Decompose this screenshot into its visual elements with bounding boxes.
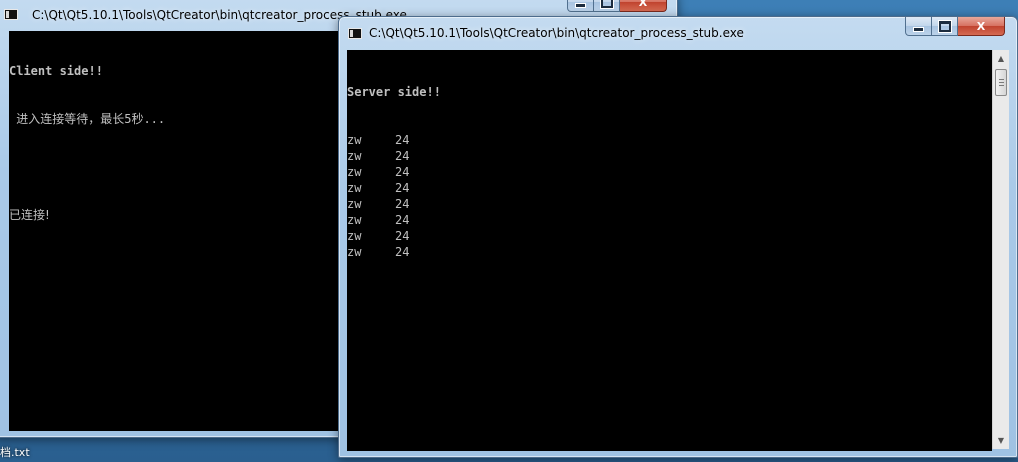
close-icon: X bbox=[976, 19, 986, 33]
server-output-row: zw 24 bbox=[347, 164, 992, 180]
server-vertical-scrollbar[interactable]: ▲ ▼ bbox=[992, 50, 1009, 449]
row-name: zw bbox=[347, 181, 362, 195]
maximize-icon bbox=[599, 0, 614, 9]
server-minimize-button[interactable] bbox=[905, 17, 932, 36]
scroll-up-arrow-icon[interactable]: ▲ bbox=[993, 50, 1009, 67]
row-value: 24 bbox=[395, 133, 410, 147]
row-value: 24 bbox=[395, 229, 410, 243]
console-app-icon bbox=[4, 9, 18, 20]
client-window-controls: X bbox=[567, 0, 667, 12]
row-name: zw bbox=[347, 149, 362, 163]
client-minimize-button[interactable] bbox=[567, 0, 594, 12]
row-value: 24 bbox=[395, 165, 410, 179]
server-output-row: zw 24 bbox=[347, 244, 992, 260]
row-value: 24 bbox=[395, 197, 410, 211]
minimize-icon bbox=[913, 26, 924, 32]
minimize-icon bbox=[575, 2, 586, 8]
maximize-icon bbox=[937, 19, 952, 33]
server-window-controls: X bbox=[905, 17, 1005, 36]
server-close-button[interactable]: X bbox=[958, 17, 1005, 36]
server-output-row: zw 24 bbox=[347, 132, 992, 148]
close-icon: X bbox=[638, 0, 648, 9]
scroll-thumb[interactable] bbox=[995, 69, 1007, 96]
row-value: 24 bbox=[395, 149, 410, 163]
row-value: 24 bbox=[395, 181, 410, 195]
server-header-line: Server side!! bbox=[347, 85, 441, 99]
row-name: zw bbox=[347, 213, 362, 227]
row-value: 24 bbox=[395, 213, 410, 227]
row-name: zw bbox=[347, 229, 362, 243]
server-output-row: zw 24 bbox=[347, 148, 992, 164]
desktop-file-label[interactable]: 档.txt bbox=[0, 444, 30, 460]
client-maximize-button[interactable] bbox=[594, 0, 620, 12]
console-app-icon bbox=[348, 28, 362, 39]
row-value: 24 bbox=[395, 245, 410, 259]
client-close-button[interactable]: X bbox=[620, 0, 667, 12]
server-output-row: zw 24 bbox=[347, 196, 992, 212]
server-rows: zw 24 zw 24 zw 24 zw 24 zw 24 zw 24 zw 24 zw 24 bbox=[347, 132, 992, 260]
server-window-title: C:\Qt\Qt5.10.1\Tools\QtCreator\bin\qtcre… bbox=[369, 26, 744, 40]
server-console-output[interactable]: Server side!! zw 24 zw 24 zw 24 zw 24 zw 24 zw 24 zw… bbox=[347, 50, 992, 451]
server-output-row: zw 24 bbox=[347, 228, 992, 244]
row-name: zw bbox=[347, 133, 362, 147]
server-output-row: zw 24 bbox=[347, 212, 992, 228]
server-output-row: zw 24 bbox=[347, 180, 992, 196]
server-maximize-button[interactable] bbox=[932, 17, 958, 36]
server-console-window[interactable]: C:\Qt\Qt5.10.1\Tools\QtCreator\bin\qtcre… bbox=[338, 16, 1018, 458]
row-name: zw bbox=[347, 165, 362, 179]
row-name: zw bbox=[347, 245, 362, 259]
scroll-down-arrow-icon[interactable]: ▼ bbox=[993, 432, 1009, 449]
row-name: zw bbox=[347, 197, 362, 211]
